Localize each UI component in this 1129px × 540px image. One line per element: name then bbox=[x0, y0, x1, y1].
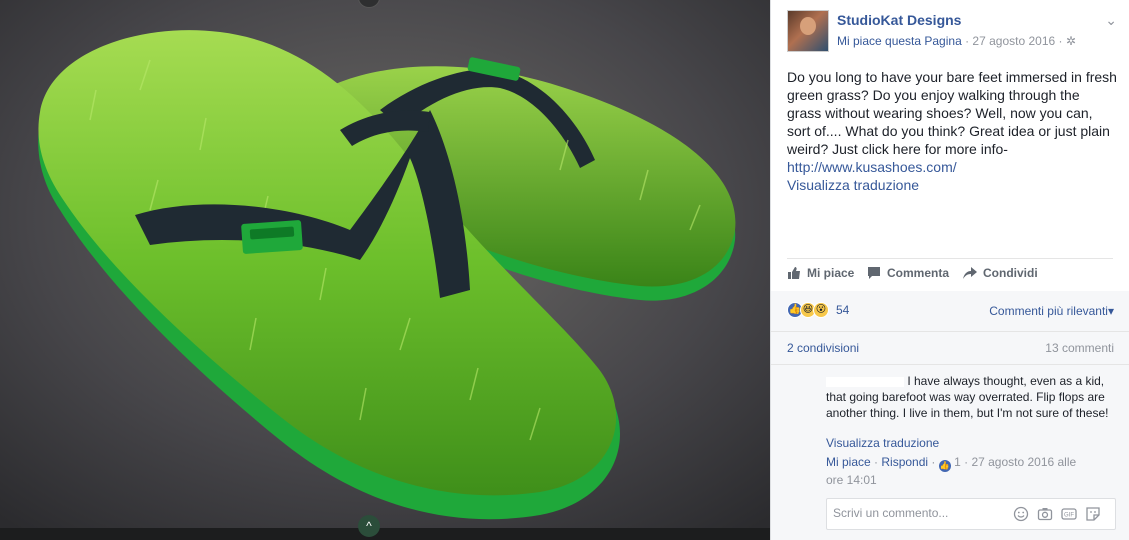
share-button-label: Condividi bbox=[983, 266, 1038, 280]
comment-sort-label: Commenti più rilevanti bbox=[989, 304, 1108, 318]
sticker-icon[interactable] bbox=[1085, 506, 1101, 522]
comment-sort-dropdown[interactable]: Commenti più rilevanti▾ bbox=[989, 304, 1114, 318]
see-translation-link[interactable]: Visualizza traduzione bbox=[787, 176, 1117, 194]
reaction-icons[interactable]: 👍 😆 😮 54 bbox=[787, 302, 849, 318]
thumbs-up-icon bbox=[788, 267, 800, 279]
comment-like-link[interactable]: Mi piace bbox=[826, 455, 871, 469]
reaction-count[interactable]: 54 bbox=[836, 303, 849, 317]
post-header: StudioKat Designs Mi piace questa Pagina… bbox=[787, 10, 1117, 54]
comment-composer: GIF bbox=[826, 498, 1116, 530]
comments-section: I have always thought, even as a kid, th… bbox=[771, 365, 1129, 540]
chevron-down-icon[interactable]: ⌄ bbox=[1105, 12, 1117, 29]
commenter-name-redacted bbox=[826, 376, 904, 387]
comment-body: I have always thought, even as a kid, th… bbox=[826, 373, 1116, 421]
post-photo[interactable]: ^ bbox=[0, 0, 770, 540]
comment-meta: Mi piace · Rispondi · 👍 1 · 27 agosto 20… bbox=[826, 454, 1096, 488]
reactions-summary: 👍 😆 😮 54 Commenti più rilevanti▾ bbox=[771, 291, 1129, 332]
post-external-link[interactable]: http://www.kusashoes.com/ bbox=[787, 158, 1117, 176]
emoji-icon[interactable] bbox=[1013, 506, 1029, 522]
like-page-link[interactable]: Mi piace questa Pagina bbox=[837, 34, 962, 48]
post-body-text: Do you long to have your bare feet immer… bbox=[787, 69, 1117, 157]
like-button-label: Mi piace bbox=[807, 266, 855, 280]
gear-icon: ✲ bbox=[1065, 34, 1076, 48]
comment-meta-dot: · bbox=[870, 455, 882, 469]
wow-reaction-icon: 😮 bbox=[813, 302, 829, 318]
flip-flop-image bbox=[0, 0, 770, 540]
comment-reply-link[interactable]: Rispondi bbox=[881, 455, 928, 469]
comment-meta-dot-3: · bbox=[960, 455, 972, 469]
svg-text:GIF: GIF bbox=[1064, 513, 1074, 519]
comment-button[interactable]: Commenta bbox=[867, 266, 949, 280]
page-avatar[interactable] bbox=[787, 10, 829, 52]
comments-count: 13 commenti bbox=[1045, 341, 1114, 355]
comment-meta-dot-2: · bbox=[928, 455, 939, 469]
post-sidebar: StudioKat Designs Mi piace questa Pagina… bbox=[770, 0, 1129, 540]
camera-icon[interactable] bbox=[1037, 506, 1053, 522]
comment-translation-link[interactable]: Visualizza traduzione bbox=[826, 436, 939, 450]
meta-separator: · bbox=[961, 34, 973, 48]
shares-comments-row: 2 condivisioni 13 commenti bbox=[771, 332, 1129, 365]
post-action-bar: Mi piace Commenta Condividi bbox=[787, 258, 1113, 292]
comment-bubble-icon bbox=[868, 267, 880, 279]
comment-button-label: Commenta bbox=[887, 266, 950, 280]
post-date[interactable]: 27 agosto 2016 bbox=[972, 34, 1055, 48]
meta-separator-2: · bbox=[1055, 34, 1066, 48]
photo-bottom-bar bbox=[0, 528, 770, 540]
post-body: Do you long to have your bare feet immer… bbox=[787, 68, 1117, 194]
like-reaction-icon: 👍 bbox=[938, 460, 951, 472]
page-name-link[interactable]: StudioKat Designs bbox=[837, 12, 961, 28]
like-button[interactable]: Mi piace bbox=[787, 266, 854, 280]
expand-up-icon[interactable]: ^ bbox=[358, 515, 380, 537]
share-arrow-icon bbox=[963, 267, 977, 279]
share-button[interactable]: Condividi bbox=[963, 266, 1038, 280]
post-meta: Mi piace questa Pagina · 27 agosto 2016 … bbox=[837, 34, 1076, 48]
comment-like-count[interactable]: 1 bbox=[954, 455, 961, 469]
shares-link[interactable]: 2 condivisioni bbox=[787, 341, 859, 355]
commenter-avatar[interactable] bbox=[785, 371, 817, 403]
gif-icon[interactable]: GIF bbox=[1061, 506, 1077, 522]
caret-down-icon: ▾ bbox=[1107, 304, 1114, 318]
comment-input[interactable] bbox=[831, 505, 1005, 521]
